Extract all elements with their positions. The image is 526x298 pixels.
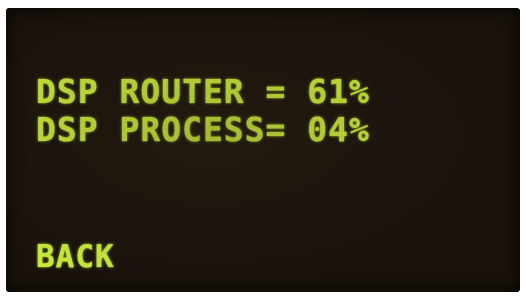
back-button[interactable]: BACK [36,242,115,273]
dsp-router-readout: DSP ROUTER = 61% [36,72,370,111]
device-bezel: DSP ROUTER = 61% DSP PROCESS= 04% BACK [0,0,526,298]
lcd-screen: DSP ROUTER = 61% DSP PROCESS= 04% BACK [6,8,520,292]
dsp-process-readout: DSP PROCESS= 04% [36,110,370,149]
